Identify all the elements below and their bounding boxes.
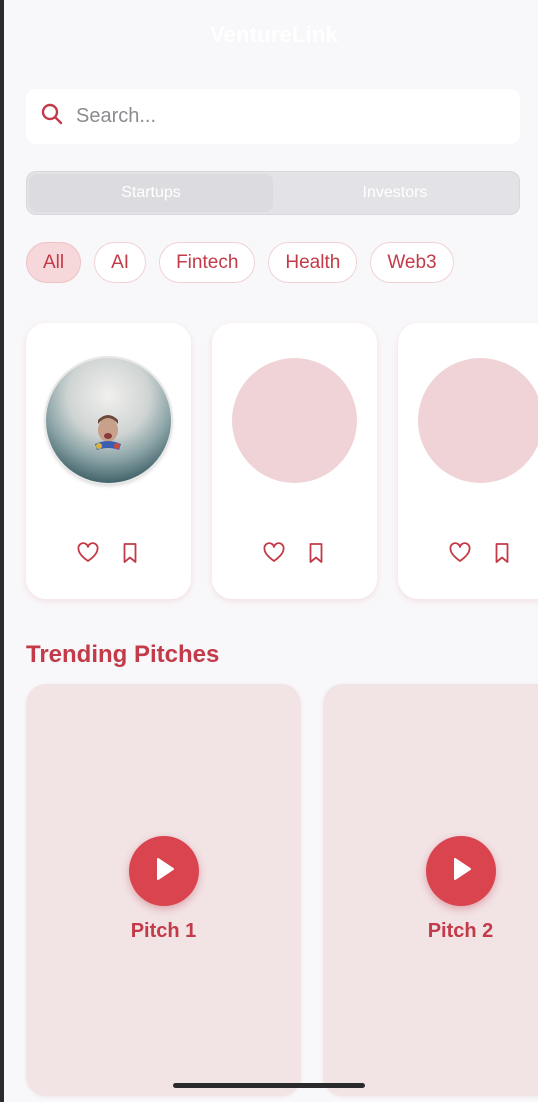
app-screen: VentureLink Startups Investors All AI Fi… [4, 0, 538, 1102]
startup-avatar-placeholder [232, 358, 357, 483]
bookmark-icon[interactable] [304, 541, 328, 565]
search-icon [40, 102, 64, 131]
startup-card[interactable] [26, 323, 191, 599]
play-icon [448, 856, 474, 887]
heart-icon[interactable] [448, 541, 472, 565]
play-icon [151, 856, 177, 887]
filter-chip-all[interactable]: All [26, 242, 82, 283]
play-button[interactable] [426, 836, 496, 906]
category-segmented-control: Startups Investors [26, 171, 520, 215]
tab-investors[interactable]: Investors [273, 174, 517, 212]
app-title: VentureLink [209, 22, 339, 47]
heart-icon[interactable] [76, 541, 100, 565]
search-input[interactable] [76, 105, 496, 128]
heart-icon[interactable] [262, 541, 286, 565]
filter-chip-fintech[interactable]: Fintech [159, 242, 256, 283]
filter-chip-health[interactable]: Health [268, 242, 358, 283]
filter-chip-web3[interactable]: Web3 [370, 242, 454, 283]
search-bar[interactable] [26, 89, 520, 144]
startup-carousel[interactable] [26, 323, 538, 599]
startup-card[interactable] [398, 323, 538, 599]
pitch-label: Pitch 2 [427, 920, 494, 942]
play-button[interactable] [129, 836, 199, 906]
tab-startups[interactable]: Startups [29, 174, 273, 212]
startup-avatar [46, 358, 171, 483]
filter-chip-ai[interactable]: AI [94, 242, 147, 283]
bookmark-icon[interactable] [490, 541, 514, 565]
pitch-label: Pitch 1 [130, 920, 197, 942]
pitch-card[interactable]: Pitch 1 [26, 684, 301, 1096]
pitch-card[interactable]: Pitch 2 [323, 684, 538, 1096]
pitch-carousel[interactable]: Pitch 1 Pitch 2 [26, 684, 538, 1096]
startup-avatar-placeholder [418, 358, 538, 483]
bookmark-icon[interactable] [118, 541, 142, 565]
startup-card[interactable] [212, 323, 377, 599]
home-indicator[interactable] [173, 1083, 365, 1088]
section-title-trending: Trending Pitches [26, 641, 220, 668]
filter-chips: All AI Fintech Health Web3 [26, 242, 454, 283]
